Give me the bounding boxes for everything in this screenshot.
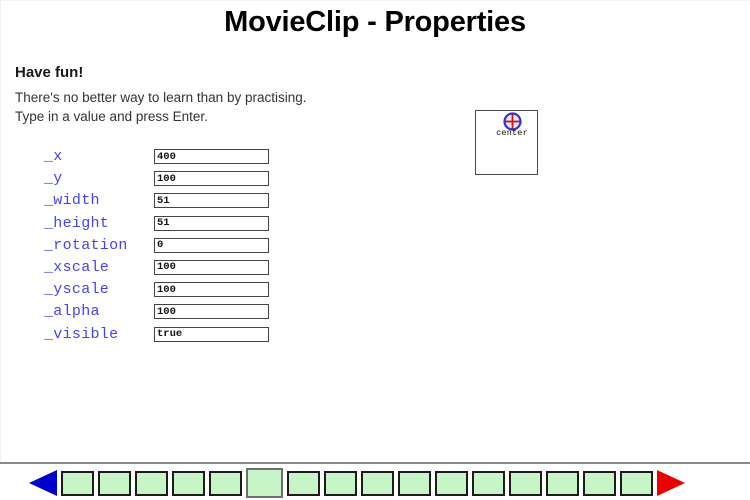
nav-page-square[interactable] <box>472 470 505 496</box>
nav-page-square[interactable] <box>287 470 320 496</box>
property-input-y[interactable] <box>154 171 269 187</box>
nav-page-square[interactable] <box>435 470 468 496</box>
property-row: _rotation <box>44 236 274 258</box>
property-row: _yscale <box>44 280 274 302</box>
property-input-alpha[interactable] <box>154 304 269 320</box>
prev-arrow-icon <box>29 470 57 496</box>
property-row: _height <box>44 214 274 236</box>
property-input-rotation[interactable] <box>154 237 269 253</box>
property-label: _rotation <box>44 236 128 254</box>
nav-page-square[interactable] <box>209 470 242 496</box>
nav-page-square[interactable] <box>583 470 616 496</box>
nav-page-square[interactable] <box>61 470 94 496</box>
nav-page-square[interactable] <box>135 470 168 496</box>
property-input-visible[interactable] <box>154 326 269 342</box>
nav-page-square[interactable] <box>398 470 431 496</box>
property-label: _width <box>44 192 100 210</box>
property-row: _visible <box>44 325 274 347</box>
property-label: _x <box>44 148 63 165</box>
property-row: _alpha <box>44 302 274 324</box>
properties-table: _x _y _width _height _rotation _xscale _yscale… <box>44 147 274 347</box>
property-input-yscale[interactable] <box>154 282 269 298</box>
nav-page-square[interactable] <box>172 470 205 496</box>
page-title: MovieClip - Properties <box>224 6 526 38</box>
property-label: _visible <box>44 325 119 343</box>
movieclip-instance[interactable]: center <box>490 112 534 138</box>
nav-page-square[interactable] <box>361 470 394 496</box>
bottom-nav-bar <box>0 466 750 500</box>
property-input-width[interactable] <box>154 193 269 209</box>
nav-divider <box>0 462 750 464</box>
left-edge-rule <box>0 0 1 462</box>
nav-page-square-current[interactable] <box>246 468 283 498</box>
property-input-height[interactable] <box>154 215 269 231</box>
next-arrow-icon <box>657 470 685 496</box>
property-label: _xscale <box>44 258 110 276</box>
nav-page-square[interactable] <box>509 470 542 496</box>
property-label: _y <box>44 170 63 188</box>
intro-heading: Have fun! <box>15 64 84 81</box>
nav-page-square[interactable] <box>546 470 579 496</box>
top-edge-rule <box>0 0 750 1</box>
property-row: _xscale <box>44 258 274 280</box>
nav-items <box>27 466 727 500</box>
property-row: _x <box>44 147 274 169</box>
nav-page-square[interactable] <box>324 470 357 496</box>
intro-line-2: Type in a value and press Enter. <box>15 109 208 124</box>
property-row: _width <box>44 191 274 213</box>
prev-page-button[interactable] <box>27 469 59 497</box>
property-label: _yscale <box>44 281 110 299</box>
stage-box: center <box>475 110 538 175</box>
property-input-xscale[interactable] <box>154 259 269 275</box>
movieclip-label: center <box>496 128 528 138</box>
nav-page-square[interactable] <box>98 470 131 496</box>
property-row: _y <box>44 169 274 191</box>
next-page-button[interactable] <box>655 469 687 497</box>
page-frame: MovieClip - Properties Have fun! There's… <box>0 0 750 500</box>
property-label: _alpha <box>44 303 100 321</box>
intro-block: Have fun! There's no better way to learn… <box>15 64 445 126</box>
nav-page-square[interactable] <box>620 470 653 496</box>
intro-line-1: There's no better way to learn than by p… <box>15 90 307 105</box>
property-input-x[interactable] <box>154 149 269 164</box>
property-label: _height <box>44 214 110 232</box>
